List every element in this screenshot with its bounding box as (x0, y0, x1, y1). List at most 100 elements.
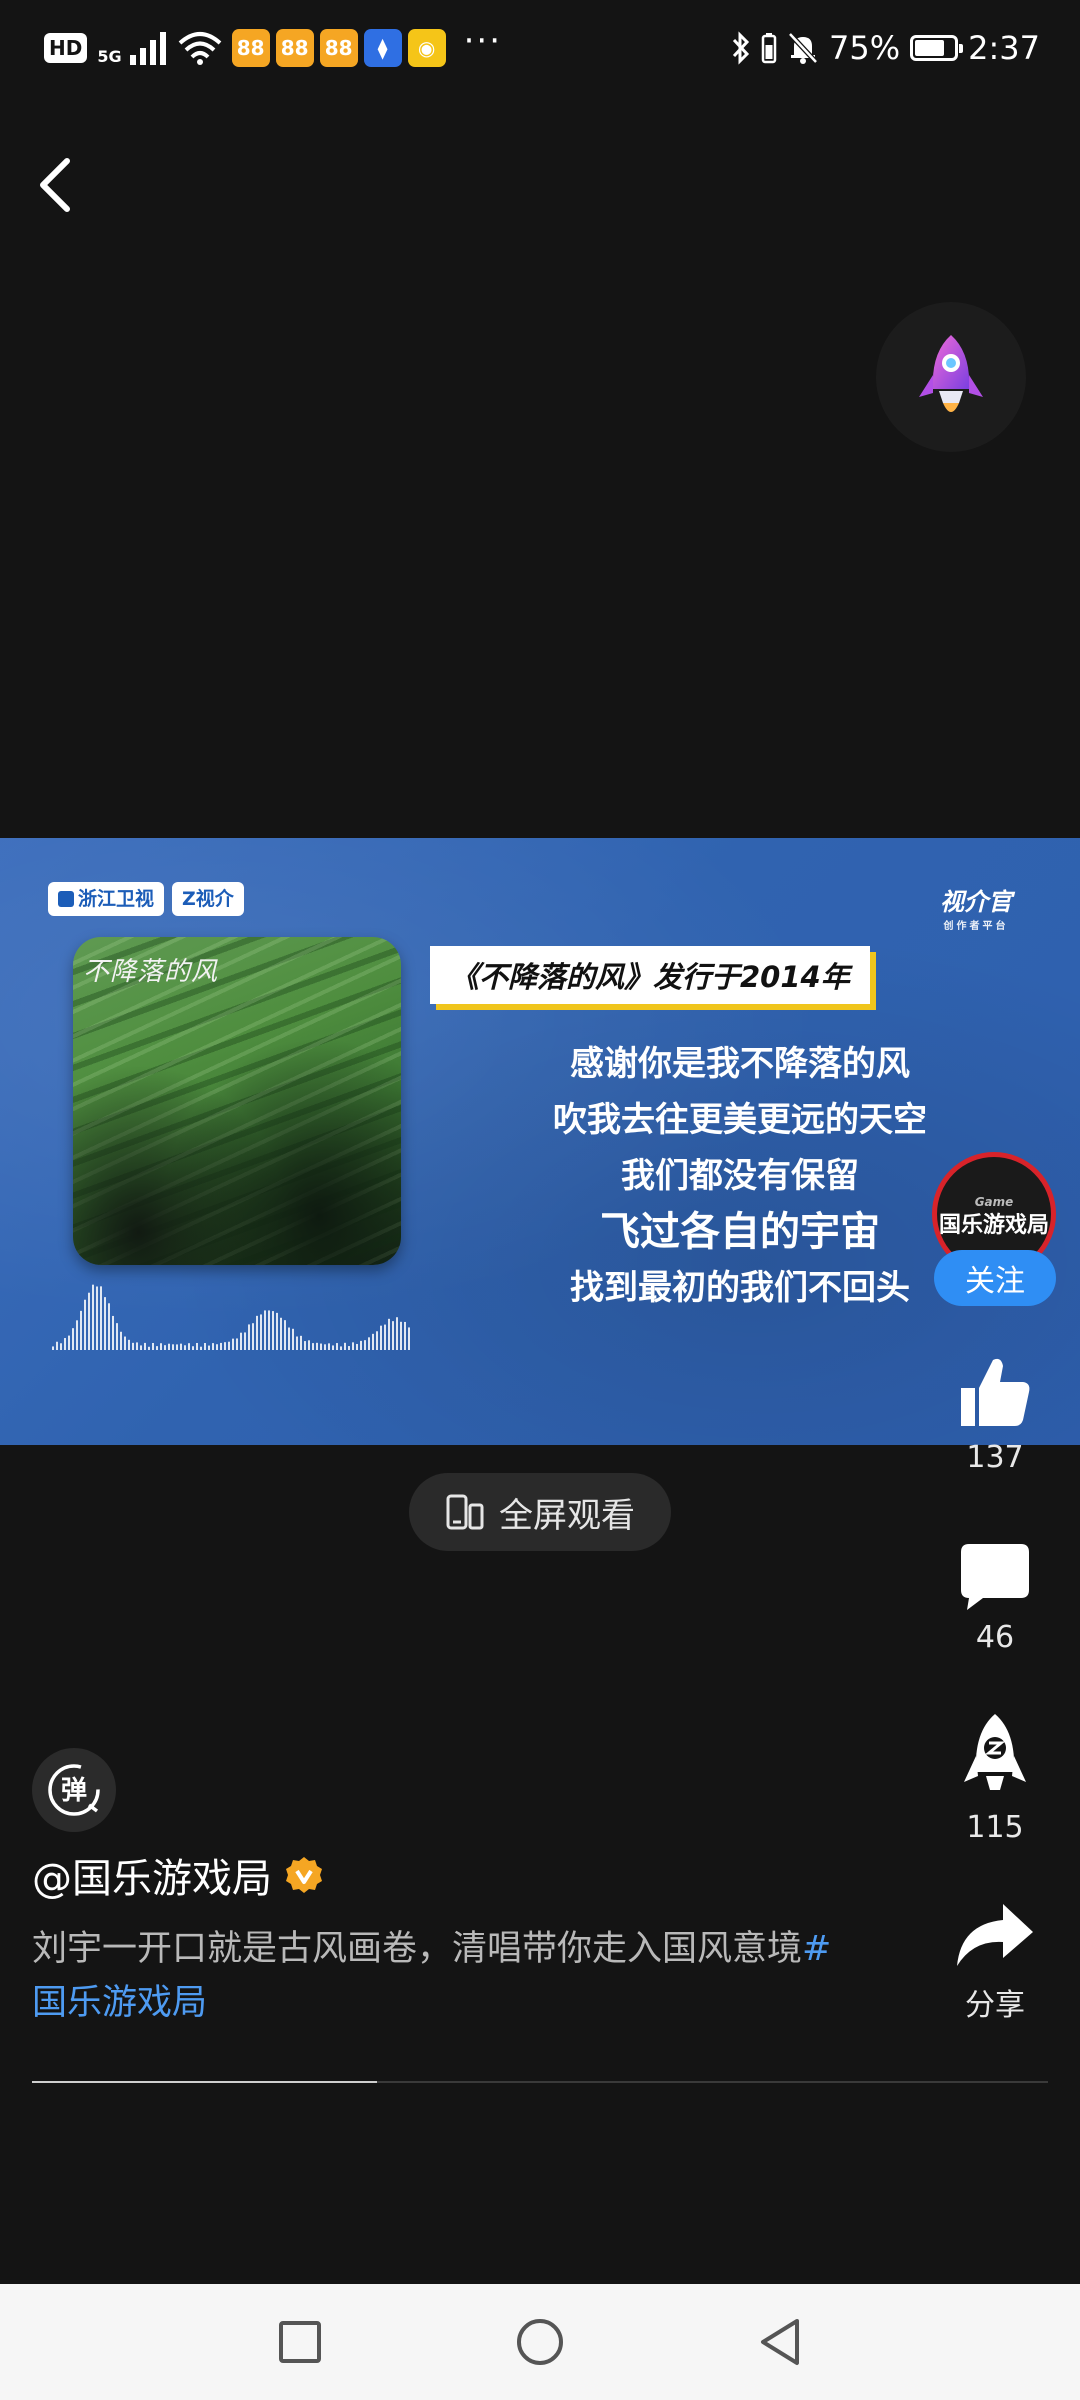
square-icon (279, 2321, 321, 2363)
home-button[interactable] (510, 2312, 570, 2372)
waveform-bar (228, 1341, 230, 1350)
broadcaster-logo: Z视介 (172, 882, 244, 916)
waveform-bar (168, 1343, 170, 1350)
caption-text: 刘宇一开口就是古风画卷，清唱带你走入国风意境 (32, 1929, 803, 1969)
waveform-bar (272, 1311, 274, 1350)
waveform-bar (232, 1338, 234, 1350)
waveform-bar (216, 1344, 218, 1350)
author-name[interactable]: @国乐游戏局 (32, 1846, 272, 1904)
circle-icon (517, 2319, 563, 2365)
verified-badge-icon (286, 1857, 322, 1893)
waveform-bar (124, 1336, 126, 1350)
album-cover: 不降落的风 (73, 937, 401, 1265)
signal-icon: 5G (97, 31, 167, 65)
rotate-screen-icon (446, 1494, 484, 1530)
waveform-bar (336, 1343, 338, 1350)
waveform-bar (348, 1346, 350, 1350)
app-notification-icon: 88 (319, 29, 358, 67)
waveform-bar (352, 1342, 354, 1350)
triangle-back-icon (761, 2319, 799, 2365)
back-button[interactable] (30, 150, 80, 220)
system-nav-bar (0, 2284, 1080, 2400)
recents-button[interactable] (270, 2312, 330, 2372)
share-button[interactable]: 分享 (930, 1900, 1060, 2024)
waveform-bar (244, 1332, 246, 1350)
boost-count: 115 (966, 1810, 1024, 1845)
waveform-bar (220, 1342, 222, 1350)
video-progress-bar[interactable] (32, 2081, 1048, 2083)
waveform-bar (112, 1315, 114, 1350)
waveform-bar (140, 1345, 142, 1350)
waveform-bar (104, 1297, 106, 1350)
clock: 2:37 (968, 29, 1040, 67)
danmaku-icon: 弹 (48, 1764, 100, 1816)
waveform-bar (60, 1343, 62, 1350)
waveform-bar (156, 1346, 158, 1350)
weibo-icon: ◉ (407, 29, 446, 67)
rocket-icon (919, 335, 983, 412)
waveform-bar (304, 1341, 306, 1350)
waveform-bar (212, 1343, 214, 1350)
avatar-logo-text: 国乐游戏局 (938, 1213, 1049, 1238)
fullscreen-button[interactable]: 全屏观看 (409, 1473, 671, 1551)
waveform-bar (408, 1327, 410, 1350)
waveform-bar (76, 1320, 78, 1350)
waveform-bar (164, 1345, 166, 1350)
platform-watermark: 视介官 创作者平台 (940, 882, 1012, 932)
waveform-bar (328, 1343, 330, 1350)
waveform-bar (320, 1343, 322, 1350)
danmaku-glyph: 弹 (61, 1776, 87, 1806)
waveform-bar (340, 1346, 342, 1350)
author-row[interactable]: @国乐游戏局 (32, 1846, 324, 1904)
rocket-boost-button[interactable] (876, 302, 1026, 452)
waveform-bar (368, 1337, 370, 1350)
waveform-bar (288, 1327, 290, 1350)
waveform-bar (224, 1342, 226, 1350)
waveform-bar (384, 1324, 386, 1350)
waveform-bar (160, 1343, 162, 1350)
broadcaster-name: Z视介 (182, 888, 234, 910)
waveform-bar (372, 1333, 374, 1350)
audio-waveform (52, 1284, 410, 1350)
platform-name: 视介官 (940, 888, 1012, 916)
waveform-bar (208, 1345, 210, 1350)
lyrics: 感谢你是我不降落的风 吹我去往更美更远的天空 我们都没有保留 飞过各自的宇宙 找… (510, 1036, 970, 1316)
waveform-bar (380, 1325, 382, 1350)
follow-button[interactable]: 关注 (934, 1250, 1056, 1306)
like-button[interactable]: 137 (930, 1352, 1060, 1475)
more-notifications-icon: ··· (463, 21, 503, 61)
video-player[interactable]: 浙江卫视 Z视介 视介官 创作者平台 不降落的风 《不降落的风》发行于2014年… (0, 838, 1080, 1445)
waveform-bar (356, 1343, 358, 1350)
waveform-bar (396, 1317, 398, 1350)
danmaku-toggle-button[interactable]: 弹 (32, 1748, 116, 1832)
broadcaster-logos: 浙江卫视 Z视介 (48, 882, 244, 916)
video-detail-screen: HD 5G 88 88 88 ⧫ ◉ ··· 75% 2:37 浙江卫视 Z视介… (0, 0, 1080, 2400)
waveform-bar (324, 1344, 326, 1350)
wifi-icon (178, 32, 221, 65)
waveform-bar (92, 1284, 94, 1350)
avatar-logo-sub: Game (974, 1195, 1014, 1209)
waveform-bar (264, 1310, 266, 1350)
nav-back-button[interactable] (750, 2312, 810, 2372)
waveform-bar (296, 1336, 298, 1350)
comment-button[interactable]: 46 (930, 1540, 1060, 1655)
song-release-banner: 《不降落的风》发行于2014年 (430, 946, 870, 1004)
waveform-bar (176, 1344, 178, 1350)
waveform-bar (128, 1339, 130, 1350)
lyric-line: 找到最初的我们不回头 (570, 1268, 910, 1308)
waveform-bar (300, 1335, 302, 1350)
waveform-bar (88, 1292, 90, 1350)
waveform-bar (392, 1321, 394, 1350)
waveform-bar (376, 1331, 378, 1350)
waveform-bar (268, 1310, 270, 1350)
waveform-bar (196, 1342, 198, 1350)
waveform-bar (152, 1342, 154, 1350)
fullscreen-label: 全屏观看 (499, 1495, 635, 1536)
battery-icon (910, 35, 964, 61)
waveform-bar (192, 1346, 194, 1350)
waveform-bar (172, 1344, 174, 1350)
battery-level (915, 40, 944, 56)
waveform-bar (80, 1310, 82, 1350)
comment-count: 46 (975, 1620, 1015, 1655)
boost-button[interactable]: 115 (930, 1710, 1060, 1845)
